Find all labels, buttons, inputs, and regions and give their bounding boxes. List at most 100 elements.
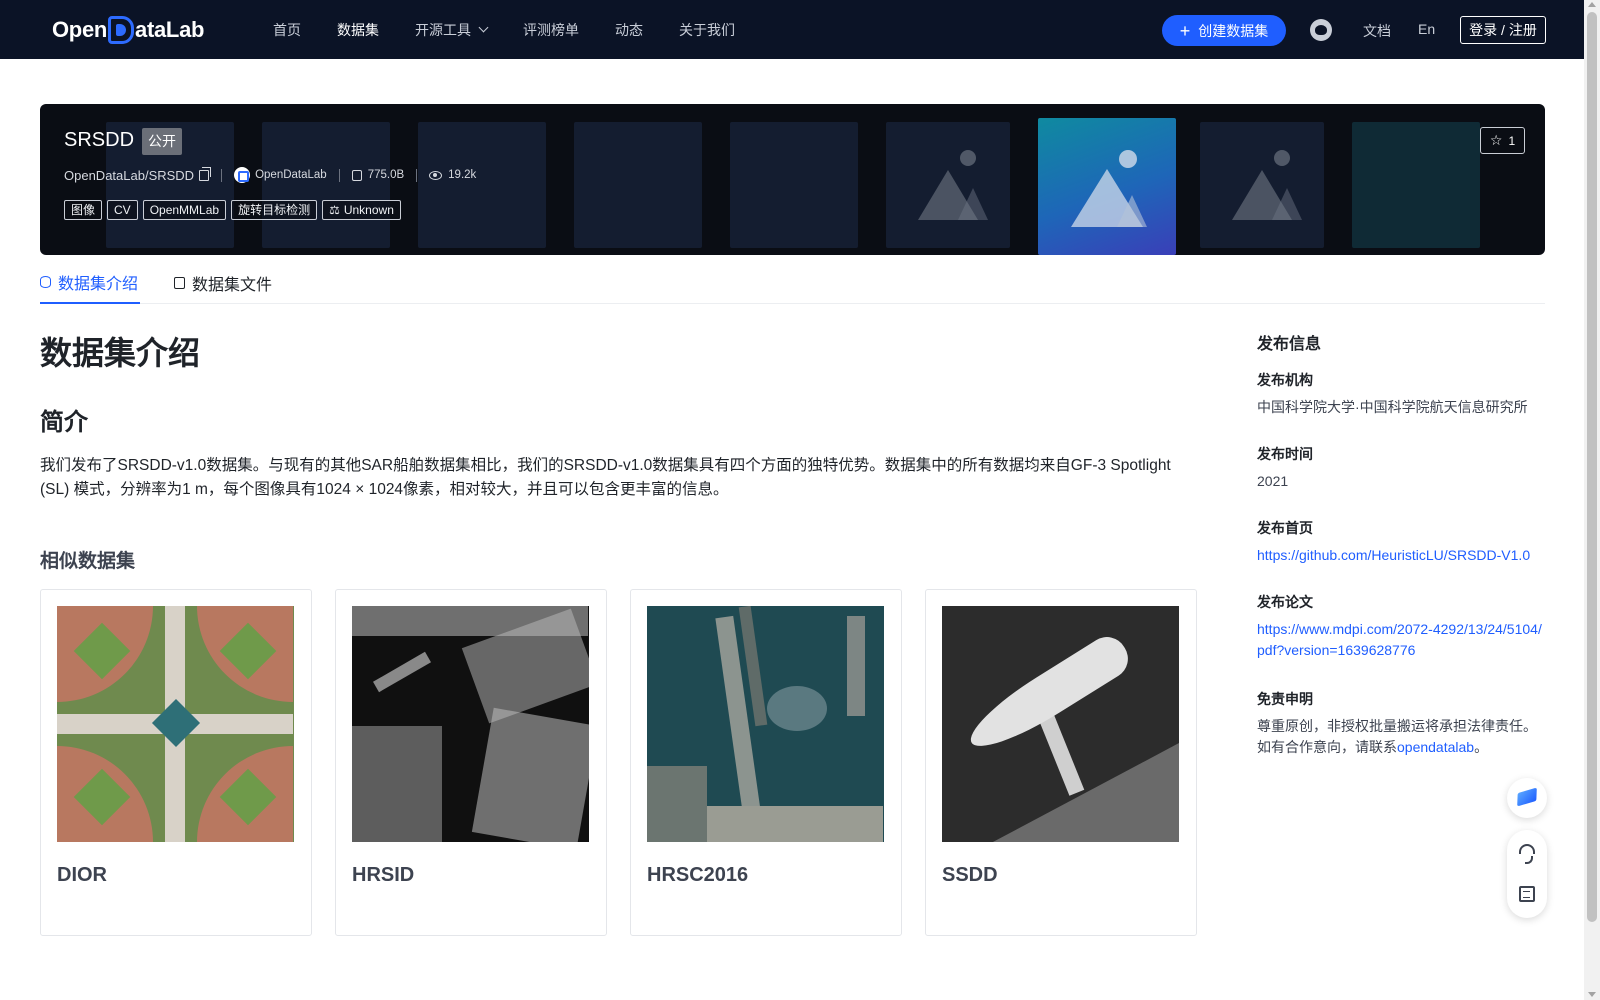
create-dataset-button[interactable]: + 创建数据集: [1162, 15, 1286, 46]
tag-rotated-object-detection[interactable]: 旋转目标检测: [231, 200, 318, 220]
login-register-button[interactable]: 登录 / 注册: [1460, 16, 1546, 44]
nav-item-open-source-tools[interactable]: 开源工具: [415, 20, 489, 40]
paper-link[interactable]: https://www.mdpi.com/2072-4292/13/24/510…: [1257, 619, 1547, 661]
license-tag[interactable]: ⚖ Unknown: [322, 200, 401, 220]
contact-link[interactable]: opendatalab: [1397, 739, 1474, 755]
banner-image-placeholder-tile: [1200, 122, 1324, 248]
feedback-edit-icon[interactable]: [1519, 886, 1535, 902]
dataset-path: OpenDataLab/SRSDD: [64, 167, 195, 183]
thumbnail-texture: [373, 651, 431, 693]
github-icon[interactable]: [1310, 19, 1332, 41]
language-switch[interactable]: En: [1418, 21, 1435, 37]
storage-icon: [351, 169, 362, 181]
logo-text-open: Open: [52, 17, 108, 42]
nav-item-home[interactable]: 首页: [273, 20, 301, 40]
visibility-badge: 公开: [142, 128, 182, 155]
support-float-panel: [1507, 830, 1547, 918]
similar-dataset-name: HRSID: [352, 864, 415, 886]
page-title: 数据集介绍: [40, 335, 201, 371]
banner-placeholder-tile: [418, 122, 546, 248]
disclaimer-end: 。: [1474, 739, 1489, 755]
dataset-title: SRSDD: [64, 129, 135, 151]
disclaimer-line-2: 如有合作意向，请联系: [1257, 739, 1397, 755]
dataset-org[interactable]: OpenDataLab: [255, 169, 327, 181]
star-icon: ☆: [1489, 132, 1503, 148]
publish-time-label: 发布时间: [1257, 446, 1313, 462]
meta-divider: [338, 168, 340, 182]
similar-dataset-card-hrsc2016[interactable]: HRSC2016: [630, 589, 902, 936]
tag-image[interactable]: 图像: [64, 200, 103, 220]
scroll-down-arrow-icon[interactable]: [1588, 992, 1596, 997]
banner-image-placeholder-highlight: [1038, 118, 1176, 255]
image-placeholder-mountain-icon: [1272, 188, 1302, 220]
star-button[interactable]: ☆ 1: [1480, 127, 1525, 154]
dior-thumbnail: [57, 606, 294, 842]
license-label: Unknown: [343, 203, 394, 217]
thumbnail-cloud: [767, 686, 827, 731]
nav-item-open-source-tools-label: 开源工具: [415, 21, 471, 38]
file-icon: [174, 277, 185, 289]
thumbnail-baseball-field: [197, 606, 293, 702]
logo-d-mark-icon: [108, 16, 135, 44]
scroll-up-arrow-icon[interactable]: [1588, 2, 1596, 7]
hrsid-thumbnail: [352, 606, 589, 842]
logo-text-atalab: ataLab: [135, 17, 205, 42]
homepage-label: 发布首页: [1257, 520, 1313, 536]
thumbnail-dock: [647, 766, 707, 842]
image-placeholder-sun-icon: [960, 150, 976, 166]
thumbnail-baseball-field: [57, 746, 153, 842]
image-placeholder-sun-icon: [1274, 150, 1290, 166]
disclaimer-label: 免责申明: [1257, 691, 1313, 707]
nav-item-about-us[interactable]: 关于我们: [679, 20, 735, 40]
similar-dataset-card-ssdd[interactable]: SSDD: [925, 589, 1197, 936]
tab-dataset-files[interactable]: 数据集文件: [174, 262, 272, 304]
image-placeholder-mountain-icon: [958, 188, 988, 220]
similar-dataset-card-hrsid[interactable]: HRSID: [335, 589, 607, 936]
dataset-size: 775.0B: [367, 169, 405, 181]
publish-info-title: 发布信息: [1257, 336, 1322, 353]
assistant-float-icon[interactable]: [1507, 778, 1547, 818]
nav-item-news[interactable]: 动态: [615, 20, 643, 40]
dataset-views: 19.2k: [448, 169, 477, 181]
database-icon: [40, 276, 51, 288]
thumbnail-ship: [847, 616, 865, 716]
docs-link[interactable]: 文档: [1363, 21, 1391, 41]
nav-item-datasets[interactable]: 数据集: [337, 20, 379, 40]
banner-image-placeholder-tile: [886, 122, 1010, 248]
similar-dataset-name: SSDD: [942, 864, 998, 886]
banner-placeholder-tile: [574, 122, 702, 248]
intro-paragraph: 我们发布了SRSDD-v1.0数据集。与现有的其他SAR船舶数据集相比，我们的S…: [40, 457, 1171, 498]
star-count: 1: [1508, 133, 1516, 148]
publisher-label: 发布机构: [1257, 372, 1313, 388]
tag-openmmlab[interactable]: OpenMMLab: [142, 200, 227, 220]
publish-time-value: 2021: [1257, 473, 1289, 489]
disclaimer-text: 尊重原创，非授权批量搬运将承担法律责任。 如有合作意向，请联系opendatal…: [1257, 716, 1557, 758]
similar-dataset-name: HRSC2016: [647, 864, 749, 886]
opendatalab-logo[interactable]: Open ataLab: [52, 15, 204, 45]
image-placeholder-mountain-icon: [1117, 195, 1147, 227]
homepage-link[interactable]: https://github.com/HeuristicLU/SRSDD-V1.…: [1257, 545, 1547, 566]
meta-divider: [221, 168, 223, 182]
dataset-meta-row: OpenDataLab/SRSDD OpenDataLab 775.0B 19.…: [64, 166, 476, 184]
tab-dataset-files-label: 数据集文件: [192, 277, 273, 294]
plus-icon: +: [1179, 20, 1191, 41]
create-dataset-label: 创建数据集: [1198, 22, 1269, 39]
paper-label: 发布论文: [1257, 594, 1313, 610]
intro-heading: 简介: [40, 409, 88, 436]
thumbnail-central-building: [151, 698, 201, 748]
headset-icon[interactable]: [1519, 844, 1535, 864]
nav-item-leaderboard[interactable]: 评测榜单: [523, 20, 579, 40]
banner-placeholder-tile: [262, 122, 390, 248]
chevron-down-icon: [478, 22, 489, 33]
ssdd-thumbnail: [942, 606, 1179, 842]
copy-icon[interactable]: [199, 166, 212, 181]
image-placeholder-sun-icon: [1119, 150, 1137, 168]
tag-cv[interactable]: CV: [107, 200, 138, 220]
similar-datasets-heading: 相似数据集: [40, 551, 136, 572]
thumbnail-texture: [352, 726, 442, 842]
top-navigation-bar: Open ataLab 首页 数据集 开源工具 评测榜单 动态 关于我们 + 创…: [0, 0, 1584, 59]
thumbnail-texture: [471, 707, 589, 842]
tab-dataset-intro[interactable]: 数据集介绍: [40, 262, 140, 304]
page-scrollbar-thumb[interactable]: [1587, 12, 1597, 922]
similar-dataset-card-dior[interactable]: DIOR: [40, 589, 312, 936]
